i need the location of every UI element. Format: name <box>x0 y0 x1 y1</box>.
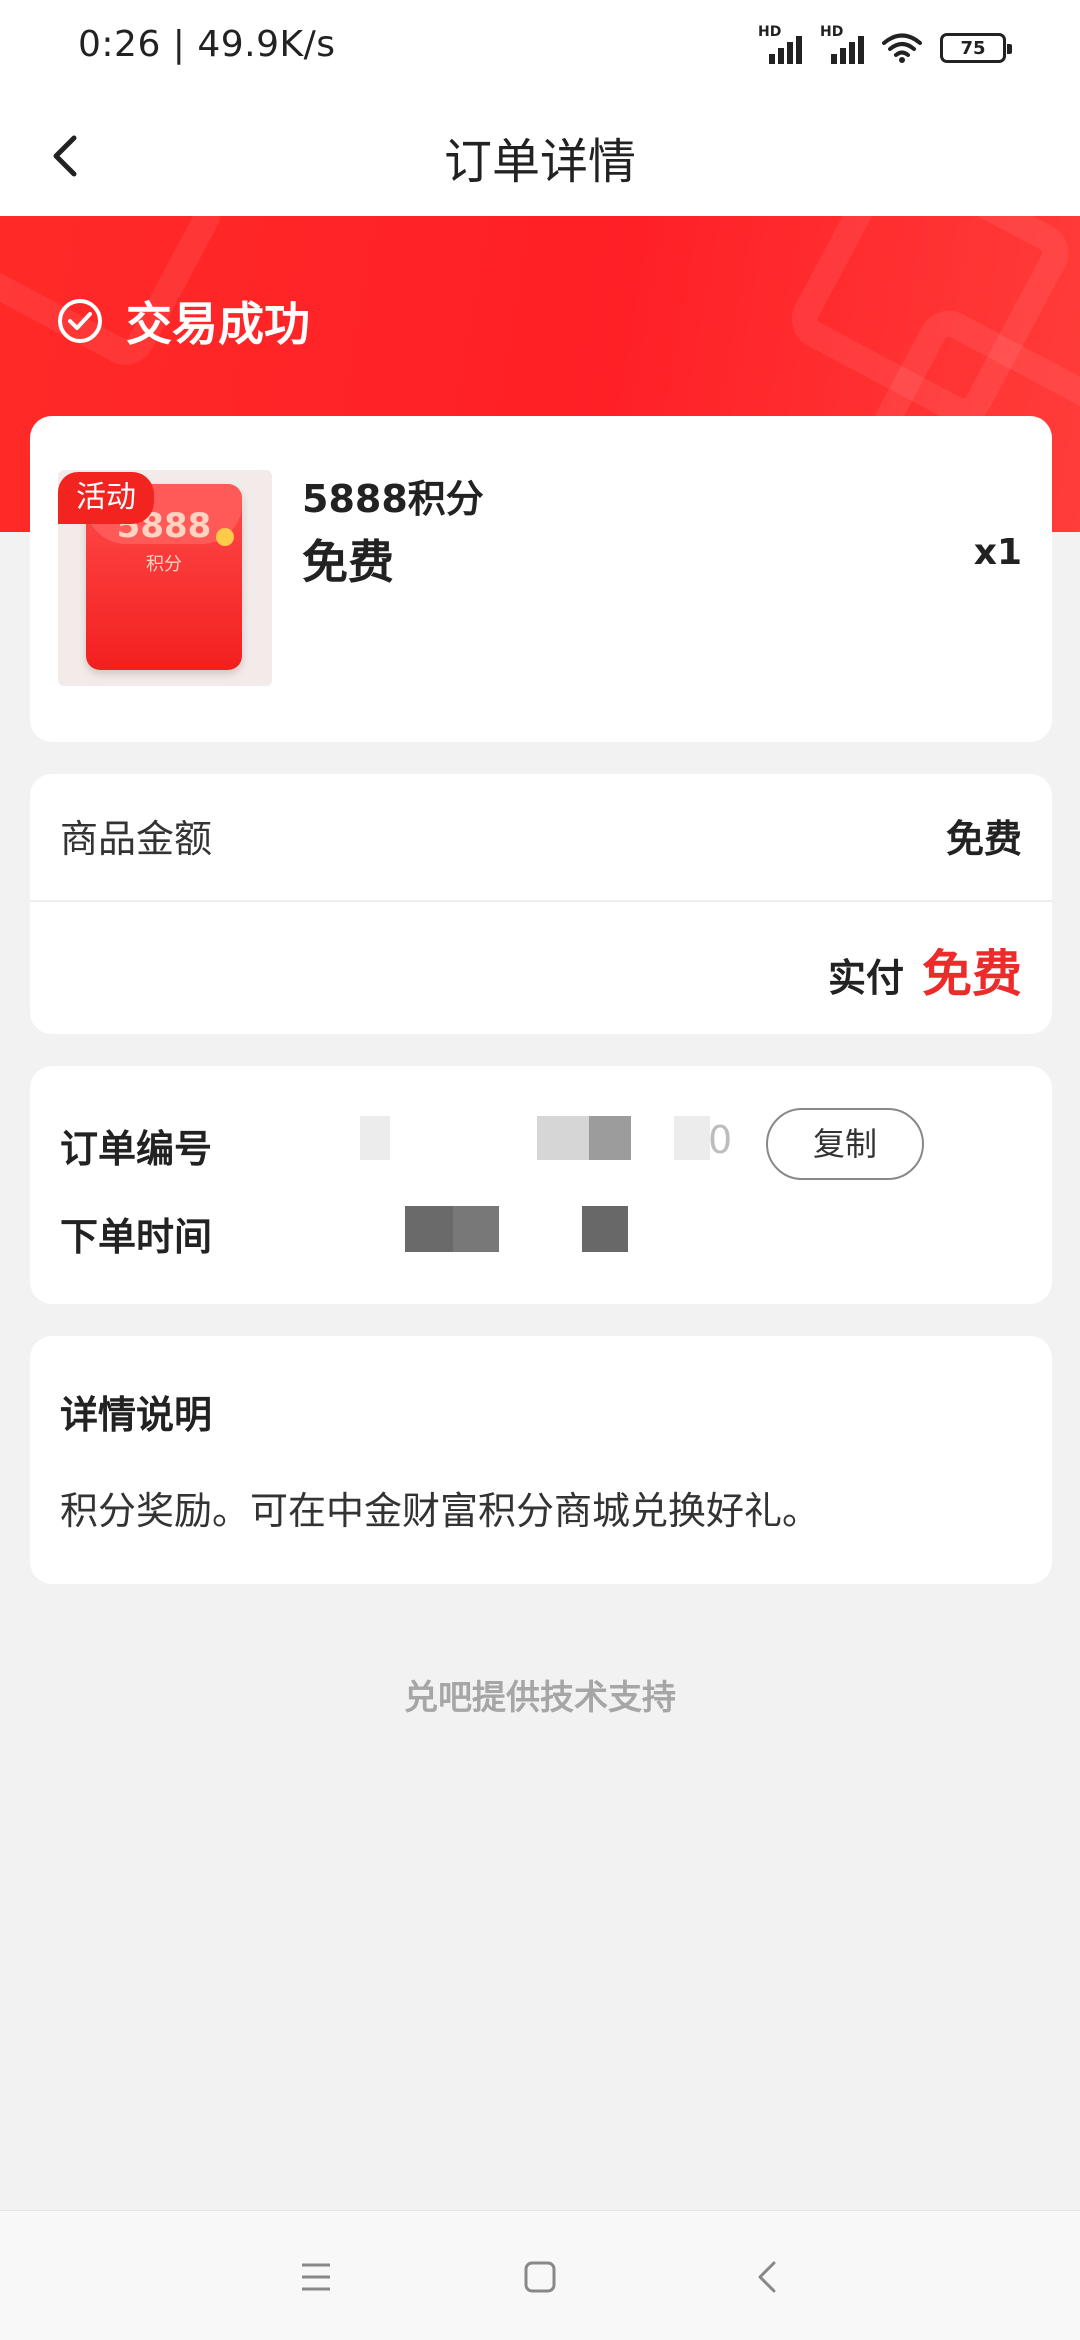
back-chevron-icon[interactable] <box>746 2255 790 2299</box>
order-number-tail: 0 <box>708 1118 733 1162</box>
redaction-block <box>589 1116 631 1160</box>
divider <box>30 900 1052 902</box>
redaction-block <box>582 1206 628 1252</box>
product-quantity: x1 <box>973 532 1022 573</box>
battery-level: 75 <box>960 37 986 59</box>
menu-icon[interactable] <box>294 2255 338 2299</box>
page-title: 订单详情 <box>443 134 636 190</box>
system-navigation-bar <box>0 2210 1080 2340</box>
paid-label: 实付 <box>827 956 904 1000</box>
wifi-icon <box>882 33 922 63</box>
tech-support-footer: 兑吧提供技术支持 <box>404 1678 676 1718</box>
product-price: 免费 <box>302 535 394 589</box>
redaction-block <box>674 1116 710 1160</box>
order-status-text: 交易成功 <box>126 297 310 351</box>
details-text: 积分奖励。可在中金财富积分商城兑换好礼。 <box>60 1489 821 1533</box>
redaction-block <box>405 1206 453 1252</box>
amount-card: 商品金额 免费 实付 免费 <box>30 774 1052 1034</box>
copy-order-number-button[interactable]: 复制 <box>766 1108 924 1180</box>
details-card: 详情说明 积分奖励。可在中金财富积分商城兑换好礼。 <box>30 1336 1052 1584</box>
check-circle-icon <box>58 299 102 343</box>
goods-amount-label: 商品金额 <box>60 817 213 861</box>
envelope-unit: 积分 <box>146 554 182 575</box>
status-icons: HD HD 75 <box>758 24 1012 70</box>
redaction-block <box>453 1206 499 1252</box>
signal-icon: HD <box>758 24 802 68</box>
goods-amount-value: 免费 <box>945 817 1022 861</box>
activity-tag: 活动 <box>58 472 154 524</box>
status-time: 0:26 | 49.9K/s <box>78 24 336 65</box>
order-status: 交易成功 <box>56 288 310 354</box>
signal-icon: HD <box>820 24 864 68</box>
details-title: 详情说明 <box>60 1393 213 1437</box>
product-name: 5888积分 <box>302 477 484 521</box>
paid-value: 免费 <box>922 945 1022 1003</box>
order-number-label: 订单编号 <box>60 1127 213 1171</box>
product-card[interactable]: 5888 积分 活动 5888积分 免费 x1 <box>30 416 1052 742</box>
paid-amount: 实付 免费 <box>828 934 1022 1006</box>
redaction-block <box>360 1116 390 1160</box>
navigation-bar: 订单详情 <box>0 96 1080 216</box>
battery-icon: 75 <box>940 33 1012 63</box>
redaction-patch <box>220 1066 740 1304</box>
order-info-card: 订单编号 下单时间 0 复制 <box>30 1066 1052 1304</box>
order-time-label: 下单时间 <box>60 1215 213 1259</box>
redaction-block <box>537 1116 589 1160</box>
home-square-icon[interactable] <box>518 2255 562 2299</box>
status-bar: 0:26 | 49.9K/s HD HD 75 <box>0 0 1080 96</box>
